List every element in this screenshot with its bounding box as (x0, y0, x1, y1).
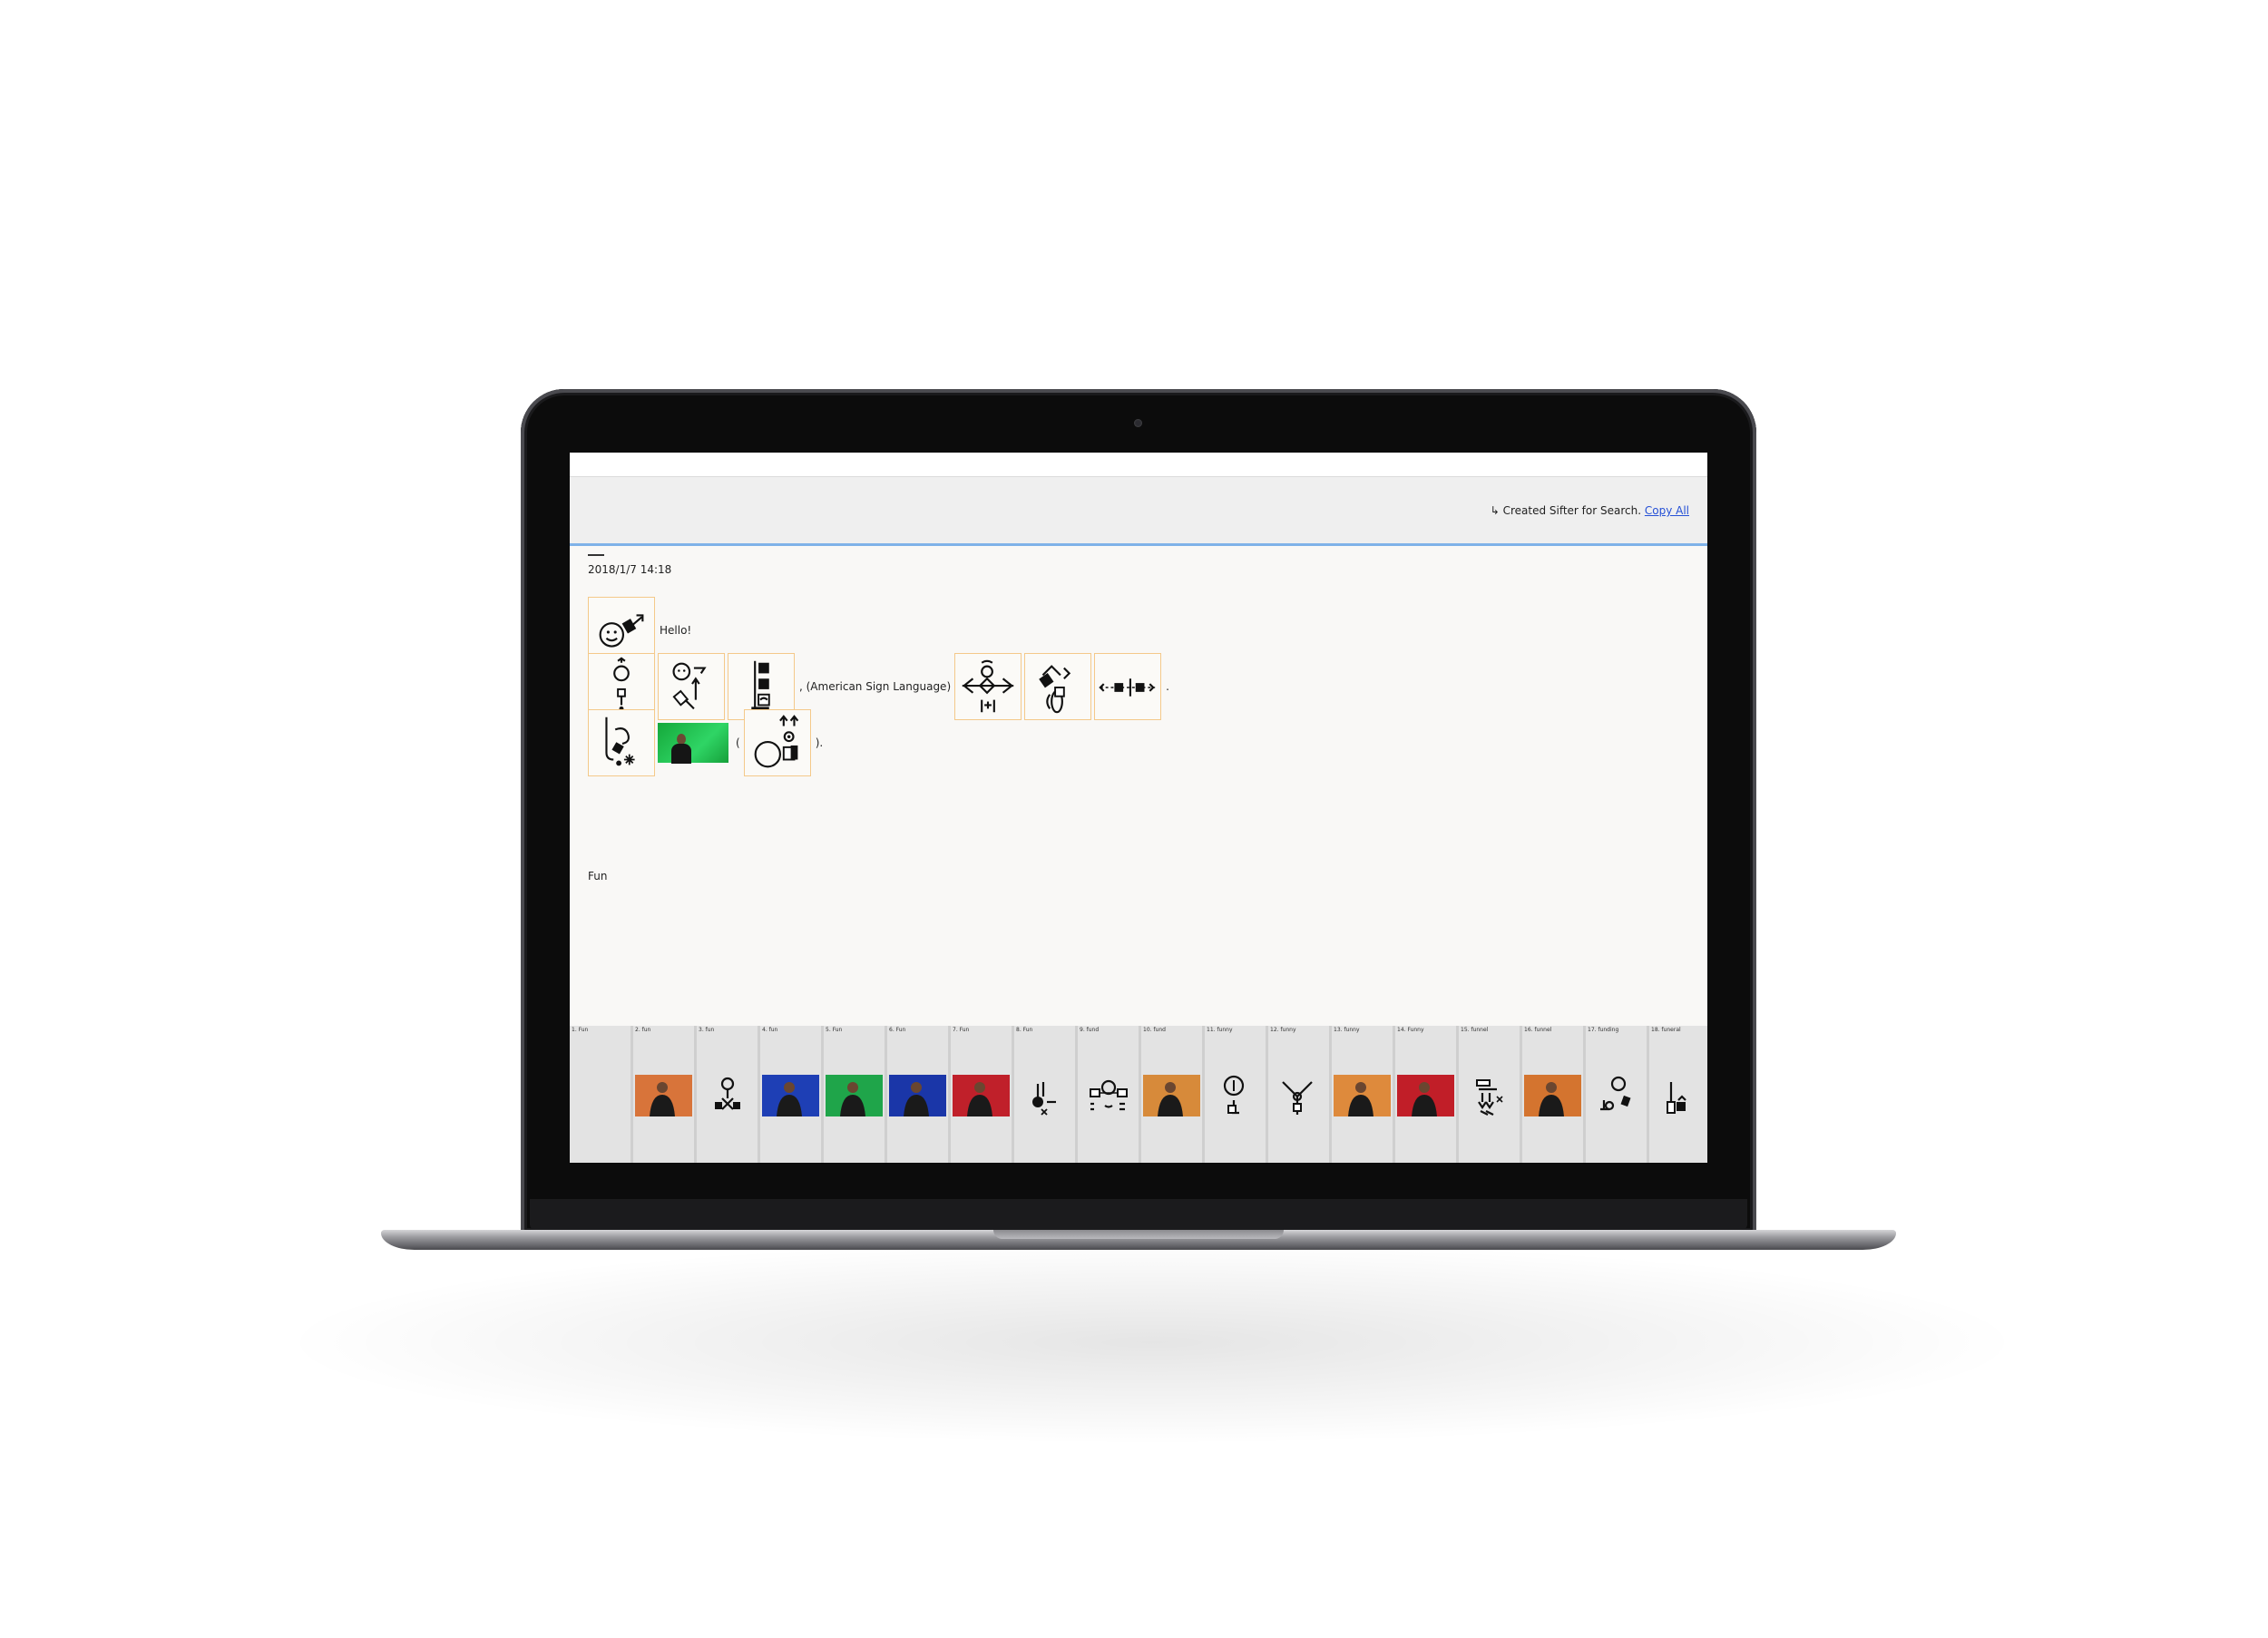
signer-figure (670, 732, 692, 764)
post-text: , (American Sign Language) (799, 680, 952, 693)
result-label: 5. Fun (826, 1027, 843, 1033)
result-cell[interactable]: 17. funding (1586, 1026, 1647, 1163)
result-label: 13. funny (1334, 1027, 1360, 1033)
result-cell[interactable]: 3. fun (697, 1026, 758, 1163)
video-thumbnail (1397, 1075, 1454, 1116)
webcam-icon (1134, 419, 1142, 427)
result-label: 17. funding (1588, 1027, 1619, 1033)
result-cell[interactable]: 18. funeral (1649, 1026, 1707, 1163)
result-cell[interactable]: 8. Fun (1014, 1026, 1075, 1163)
result-cell[interactable]: 15. funnel (1459, 1026, 1520, 1163)
result-label: 11. funny (1207, 1027, 1233, 1033)
result-cell[interactable]: 12. funny (1268, 1026, 1329, 1163)
result-label: 12. funny (1270, 1027, 1296, 1033)
result-video-thumb (826, 1075, 883, 1116)
result-cell[interactable]: 5. Fun (824, 1026, 885, 1163)
search-header: ↳ Created Sifter for Search. Copy All (570, 477, 1707, 546)
result-cell[interactable]: 13. funny (1332, 1026, 1393, 1163)
video-thumbnail (953, 1075, 1010, 1116)
video-thumbnail (889, 1075, 946, 1116)
result-video-thumb (1143, 1075, 1200, 1116)
result-sign-icon (1080, 1075, 1137, 1116)
result-sign-icon (1461, 1075, 1518, 1116)
post-text: Hello! (660, 624, 692, 637)
result-label: 15. funnel (1461, 1027, 1489, 1033)
result-video-thumb (762, 1075, 819, 1116)
video-thumbnail (762, 1075, 819, 1116)
result-cell[interactable]: 1. Fun (570, 1026, 631, 1163)
result-video-thumb (953, 1075, 1010, 1116)
result-label: 7. Fun (953, 1027, 970, 1033)
sifter-status: ↳ Created Sifter for Search. Copy All (1491, 504, 1689, 517)
result-video-thumb (889, 1075, 946, 1116)
result-label: 10. fund (1143, 1027, 1166, 1033)
branch-sign-icon[interactable] (954, 653, 1022, 720)
result-video-thumb (1524, 1075, 1581, 1116)
laptop-chin (530, 1199, 1747, 1230)
result-cell[interactable]: 2. fun (633, 1026, 694, 1163)
result-cell[interactable]: 11. funny (1205, 1026, 1266, 1163)
result-cell[interactable]: 10. fund (1141, 1026, 1202, 1163)
copy-all-link[interactable]: Copy All (1645, 504, 1689, 517)
result-label: 18. funeral (1651, 1027, 1681, 1033)
post-row: (). (588, 709, 826, 776)
result-label: 8. Fun (1016, 1027, 1033, 1033)
result-label: 3. fun (699, 1027, 715, 1033)
result-sign-icon (1016, 1075, 1073, 1116)
video-thumbnail (635, 1075, 692, 1116)
result-cell[interactable]: 6. Fun (887, 1026, 948, 1163)
result-label: 6. Fun (889, 1027, 906, 1033)
result-sign-icon (1588, 1075, 1645, 1116)
bend-star-sign-icon[interactable] (588, 709, 655, 776)
sifter-message: ↳ Created Sifter for Search. (1490, 504, 1645, 517)
result-sign-icon (1207, 1075, 1264, 1116)
app-screen: ↳ Created Sifter for Search. Copy All 20… (570, 453, 1707, 1163)
result-cell[interactable]: 4. fun (760, 1026, 821, 1163)
video-thumbnail (1524, 1075, 1581, 1116)
result-cell[interactable]: 7. Fun (951, 1026, 1012, 1163)
result-label: 1. Fun (572, 1027, 589, 1033)
laptop-notch (993, 1230, 1284, 1239)
video-thumbnail (1334, 1075, 1391, 1116)
video-green-thumb[interactable] (658, 723, 728, 764)
result-sign-icon (1651, 1075, 1707, 1116)
post-text: ( (736, 736, 740, 749)
result-cell[interactable]: 9. fund (1078, 1026, 1139, 1163)
result-label: 9. fund (1080, 1027, 1100, 1033)
result-video-thumb (635, 1075, 692, 1116)
post-divider (588, 554, 604, 556)
circle-arrows-sign-icon[interactable] (743, 709, 811, 776)
result-video-thumb (1334, 1075, 1391, 1116)
result-cell[interactable]: 14. Funny (1395, 1026, 1456, 1163)
result-label: 16. funnel (1524, 1027, 1552, 1033)
laptop-shadow (299, 1243, 2005, 1442)
post-text: . (1166, 680, 1169, 693)
result-label: 2. fun (635, 1027, 651, 1033)
post-date: 2018/1/7 14:18 (588, 563, 672, 576)
video-thumbnail (1143, 1075, 1200, 1116)
post-label: Fun (588, 870, 608, 882)
result-sign-icon (1270, 1075, 1327, 1116)
twist-sign-icon[interactable] (1024, 653, 1092, 720)
result-sign-icon (699, 1075, 756, 1116)
top-strip (570, 453, 1707, 477)
result-label: 14. Funny (1397, 1027, 1424, 1033)
result-label: 4. fun (762, 1027, 778, 1033)
result-video-thumb (1397, 1075, 1454, 1116)
line-arrows-sign-icon[interactable] (1094, 653, 1162, 720)
search-results-strip[interactable]: 1. Fun 2. fun 3. fun 4. fun 5. Fun 6. Fun 7. F… (570, 1026, 1707, 1163)
video-thumbnail (826, 1075, 883, 1116)
post-text: ). (815, 736, 824, 749)
result-cell[interactable]: 16. funnel (1522, 1026, 1583, 1163)
